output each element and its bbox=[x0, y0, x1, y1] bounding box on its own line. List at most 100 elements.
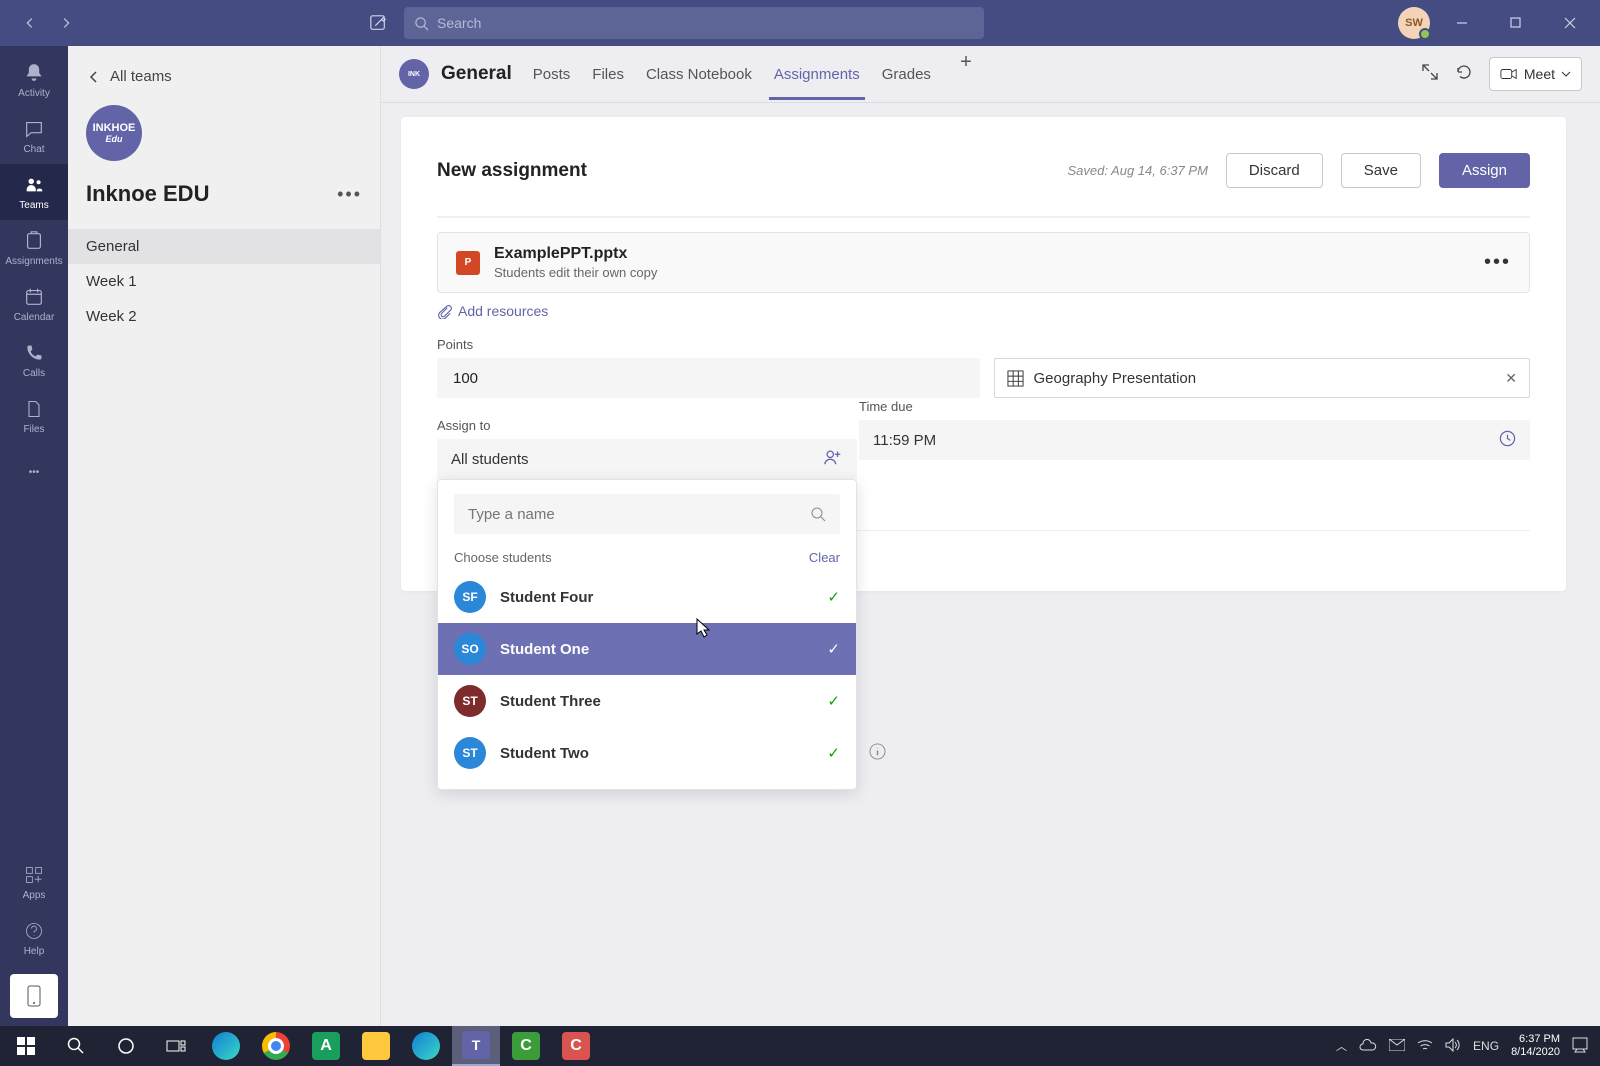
add-student-icon[interactable] bbox=[823, 448, 843, 470]
attachment-name: ExamplePPT.pptx bbox=[494, 245, 657, 263]
info-icon[interactable] bbox=[869, 743, 886, 764]
channel-week2[interactable]: Week 2 bbox=[68, 299, 380, 334]
student-item[interactable]: SF Student Four ✓ bbox=[438, 571, 856, 623]
attachment-card[interactable]: P ExamplePPT.pptx Students edit their ow… bbox=[437, 232, 1530, 293]
assign-button[interactable]: Assign bbox=[1439, 153, 1530, 188]
search-icon bbox=[810, 506, 826, 522]
rubric-box[interactable]: Geography Presentation ✕ bbox=[994, 358, 1531, 398]
rail-activity[interactable]: Activity bbox=[0, 52, 68, 108]
calls-icon bbox=[22, 341, 46, 365]
taskbar-app-c1[interactable]: C bbox=[502, 1026, 550, 1066]
presence-badge bbox=[1419, 28, 1431, 40]
close-button[interactable] bbox=[1548, 7, 1592, 39]
rail-files[interactable]: Files bbox=[0, 388, 68, 444]
student-item[interactable]: ST Student Three ✓ bbox=[438, 675, 856, 727]
tray-chevron-icon[interactable]: ︿ bbox=[1336, 1038, 1347, 1054]
tray-lang-icon[interactable]: ENG bbox=[1473, 1039, 1499, 1053]
add-resources-link[interactable]: Add resources bbox=[437, 303, 1530, 319]
points-input[interactable] bbox=[437, 358, 980, 398]
more-icon: ••• bbox=[22, 460, 46, 484]
rail-teams[interactable]: Teams bbox=[0, 164, 68, 220]
search-box[interactable] bbox=[404, 7, 984, 39]
rail-label: Help bbox=[24, 946, 45, 957]
taskbar-app-teams[interactable]: T bbox=[452, 1026, 500, 1066]
chevron-left-icon bbox=[88, 71, 100, 83]
assign-to-value: All students bbox=[451, 451, 529, 468]
search-button[interactable] bbox=[52, 1026, 100, 1066]
student-item[interactable]: SO Student One ✓ bbox=[438, 623, 856, 675]
tab-posts[interactable]: Posts bbox=[532, 49, 572, 100]
taskbar-app-c2[interactable]: C bbox=[552, 1026, 600, 1066]
rail-calls[interactable]: Calls bbox=[0, 332, 68, 388]
minimize-button[interactable] bbox=[1440, 7, 1484, 39]
search-input[interactable] bbox=[437, 15, 974, 31]
attachment-more-button[interactable]: ••• bbox=[1484, 251, 1511, 274]
rubric-name: Geography Presentation bbox=[1034, 370, 1197, 387]
taskbar-clock[interactable]: 6:37 PM 8/14/2020 bbox=[1511, 1033, 1560, 1059]
tray-wifi-icon[interactable] bbox=[1417, 1039, 1433, 1054]
tab-assignments[interactable]: Assignments bbox=[773, 49, 861, 100]
rail-apps[interactable]: Apps bbox=[0, 854, 68, 910]
student-name: Student One bbox=[500, 641, 589, 658]
pptx-icon: P bbox=[456, 251, 480, 275]
channel-general[interactable]: General bbox=[68, 229, 380, 264]
discard-button[interactable]: Discard bbox=[1226, 153, 1323, 188]
student-search-input[interactable] bbox=[468, 506, 810, 523]
time-due-input[interactable]: 11:59 PM bbox=[859, 420, 1530, 460]
rail-more[interactable]: ••• bbox=[0, 444, 68, 500]
student-item[interactable]: ST Student Two ✓ bbox=[438, 727, 856, 779]
taskbar-app-chrome[interactable] bbox=[252, 1026, 300, 1066]
meet-button[interactable]: Meet bbox=[1489, 57, 1582, 91]
tab-notebook[interactable]: Class Notebook bbox=[645, 49, 753, 100]
student-avatar: ST bbox=[454, 685, 486, 717]
assignment-form: New assignment Saved: Aug 14, 6:37 PM Di… bbox=[401, 117, 1566, 591]
help-icon bbox=[22, 919, 46, 943]
clock-icon bbox=[1499, 430, 1516, 451]
rubric-remove-button[interactable]: ✕ bbox=[1505, 370, 1517, 387]
tab-files[interactable]: Files bbox=[591, 49, 625, 100]
nav-forward-button[interactable] bbox=[50, 7, 82, 39]
rail-device[interactable] bbox=[10, 974, 58, 1018]
start-button[interactable] bbox=[2, 1026, 50, 1066]
student-name: Student Two bbox=[500, 745, 589, 762]
taskbar-app-edge[interactable] bbox=[202, 1026, 250, 1066]
rail-calendar[interactable]: Calendar bbox=[0, 276, 68, 332]
back-all-teams[interactable]: All teams bbox=[68, 46, 380, 99]
compose-button[interactable] bbox=[362, 7, 394, 39]
cortana-button[interactable] bbox=[102, 1026, 150, 1066]
clear-students-button[interactable]: Clear bbox=[809, 550, 840, 565]
nav-back-button[interactable] bbox=[14, 7, 46, 39]
tray-notifications-icon[interactable] bbox=[1572, 1037, 1588, 1056]
tray-volume-icon[interactable] bbox=[1445, 1038, 1461, 1055]
rail-help[interactable]: Help bbox=[0, 910, 68, 966]
check-icon: ✓ bbox=[827, 640, 840, 658]
taskbar-app-a[interactable]: A bbox=[302, 1026, 350, 1066]
content-header: INK General Posts Files Class Notebook A… bbox=[381, 46, 1600, 103]
rail-label: Chat bbox=[23, 144, 44, 155]
refresh-icon[interactable] bbox=[1455, 63, 1473, 86]
channel-week1[interactable]: Week 1 bbox=[68, 264, 380, 299]
save-button[interactable]: Save bbox=[1341, 153, 1421, 188]
rail-chat[interactable]: Chat bbox=[0, 108, 68, 164]
chevron-down-icon bbox=[1561, 69, 1571, 79]
assign-to-select[interactable]: All students Choose students Clear bbox=[437, 439, 857, 479]
taskbar-app-explorer[interactable] bbox=[352, 1026, 400, 1066]
tray-mail-icon[interactable] bbox=[1389, 1039, 1405, 1054]
add-resources-label: Add resources bbox=[458, 303, 548, 319]
taskbar-app-edge2[interactable] bbox=[402, 1026, 450, 1066]
rail-assignments[interactable]: Assignments bbox=[0, 220, 68, 276]
team-more-button[interactable]: ••• bbox=[337, 184, 362, 205]
taskview-button[interactable] bbox=[152, 1026, 200, 1066]
video-icon bbox=[1500, 67, 1518, 81]
app-rail: Activity Chat Teams Assignments Calendar… bbox=[0, 46, 68, 1026]
check-icon: ✓ bbox=[827, 588, 840, 606]
tray-onedrive-icon[interactable] bbox=[1359, 1039, 1377, 1054]
user-avatar[interactable]: SW bbox=[1398, 7, 1430, 39]
channel-title: General bbox=[441, 63, 512, 85]
tab-add-button[interactable]: + bbox=[952, 49, 980, 77]
team-avatar[interactable]: INKНОЕ Edu bbox=[68, 99, 380, 169]
maximize-button[interactable] bbox=[1494, 7, 1538, 39]
student-search-box[interactable] bbox=[454, 494, 840, 534]
tab-grades[interactable]: Grades bbox=[881, 49, 932, 100]
expand-icon[interactable] bbox=[1421, 63, 1439, 86]
